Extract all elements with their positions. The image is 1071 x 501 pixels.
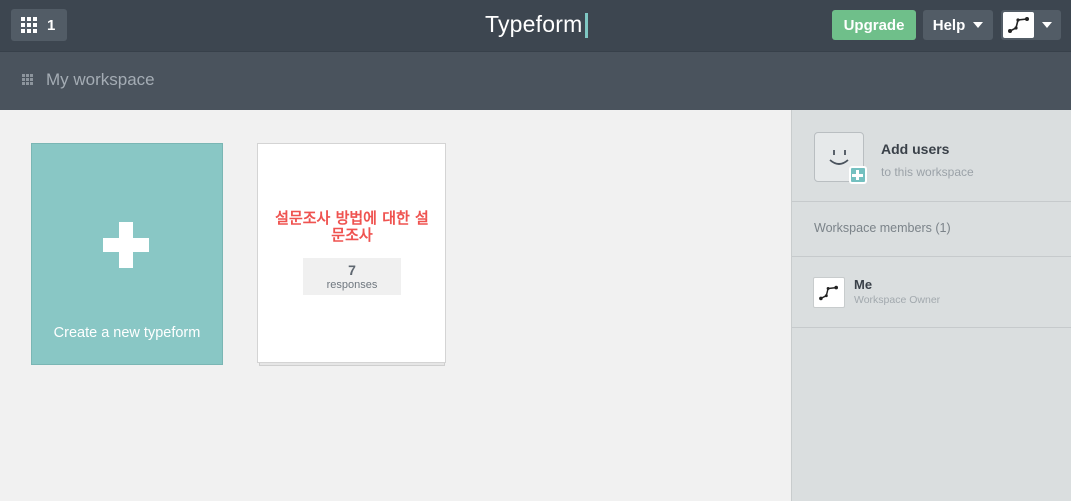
plus-icon-bar xyxy=(103,238,149,252)
member-role: Workspace Owner xyxy=(854,294,941,306)
add-users-title[interactable]: Add users xyxy=(881,141,949,157)
responses-badge[interactable]: 7 responses xyxy=(303,258,401,295)
create-typeform-card[interactable]: Create a new typeform xyxy=(31,143,223,365)
upgrade-button[interactable]: Upgrade xyxy=(832,10,916,40)
divider xyxy=(792,327,1071,328)
responses-count: 7 xyxy=(348,262,356,278)
workspace-members-label: Workspace members (1) xyxy=(814,221,951,235)
chevron-down-icon xyxy=(1042,22,1052,28)
add-plus-icon xyxy=(849,166,867,184)
create-typeform-label: Create a new typeform xyxy=(53,325,201,341)
help-menu-button[interactable]: Help xyxy=(923,10,993,40)
workspace-count: 1 xyxy=(47,16,56,34)
form-card[interactable]: 설문조사 방법에 대한 설문조사 7 responses xyxy=(257,143,446,363)
add-users-subtitle: to this workspace xyxy=(881,165,974,179)
workspace-title[interactable]: My workspace xyxy=(46,70,155,90)
account-menu-button[interactable] xyxy=(1001,10,1061,40)
divider xyxy=(792,256,1071,257)
workspace-header: My workspace xyxy=(0,51,1071,110)
add-user-avatar[interactable] xyxy=(814,132,867,184)
member-name: Me xyxy=(854,277,873,292)
top-navbar: 1 Typeform Upgrade Help xyxy=(0,0,1071,51)
responses-label: responses xyxy=(326,279,378,291)
apps-grid-icon xyxy=(21,17,37,33)
divider xyxy=(792,201,1071,202)
brand-logo: Typeform xyxy=(485,11,583,37)
chevron-down-icon xyxy=(973,22,984,28)
workspace-sidebar: Add users to this workspace Workspace me… xyxy=(791,110,1071,501)
workspace-grid-icon xyxy=(22,74,33,85)
user-avatar-icon xyxy=(1003,12,1034,38)
help-label: Help xyxy=(932,16,966,34)
brand-cursor-mark xyxy=(585,13,588,38)
form-title: 설문조사 방법에 대한 설문조사 xyxy=(275,209,429,244)
workspace-switcher-button[interactable]: 1 xyxy=(11,9,67,41)
member-avatar-icon xyxy=(813,277,845,308)
